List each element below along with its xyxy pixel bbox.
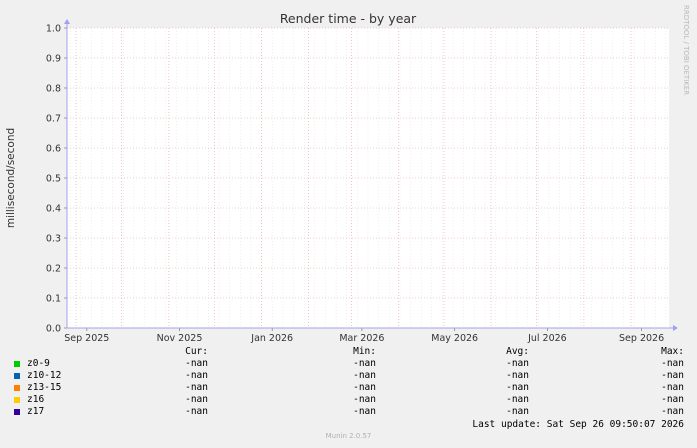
chart-title: Render time - by year: [280, 11, 417, 26]
legend-cur-value: -nan: [185, 358, 208, 369]
legend-row-z10-12: z10-12 -nan -nan -nan -nan: [0, 370, 697, 382]
legend-max-value: -nan: [661, 382, 684, 393]
legend-cur-value: -nan: [185, 394, 208, 405]
legend-max-value: -nan: [661, 394, 684, 405]
y-tick-label-6: 0.6: [46, 144, 61, 155]
legend-header: Cur: Min: Avg: Max:: [0, 346, 697, 358]
y-tick-label-5: 0.5: [46, 174, 61, 185]
legend-row-z13-15: z13-15 -nan -nan -nan -nan: [0, 382, 697, 394]
legend-min-value: -nan: [353, 394, 376, 405]
legend-series-name: z16: [27, 394, 45, 405]
legend-cur-value: -nan: [185, 406, 208, 417]
y-tick-label-9: 0.9: [46, 54, 61, 65]
legend-row-z16: z16 -nan -nan -nan -nan: [0, 394, 697, 406]
legend-swatch: [14, 361, 20, 367]
legend-cur-value: -nan: [185, 370, 208, 381]
legend-swatch: [14, 385, 20, 391]
x-tick-label-2: Jan 2026: [250, 333, 293, 344]
legend-max-value: -nan: [661, 358, 684, 369]
legend-series-name: z17: [27, 406, 45, 417]
x-axis-ticks: Sep 2025 Nov 2025 Jan 2026 Mar 2026 May 2026…: [64, 328, 664, 344]
rrdtool-watermark: RRDTOOL / TOBI OETIKER: [682, 5, 690, 95]
x-axis-arrow: [673, 325, 678, 331]
chart: Render time - by year millisecond/second…: [5, 5, 690, 344]
legend-swatch: [14, 409, 20, 415]
legend-swatch: [14, 397, 20, 403]
legend-min-value: -nan: [353, 358, 376, 369]
y-tick-label-4: 0.4: [46, 204, 61, 215]
legend-header-min: Min:: [353, 346, 376, 357]
legend-avg-value: -nan: [506, 358, 529, 369]
legend-header-avg: Avg:: [506, 346, 529, 357]
legend-series-name: z0-9: [27, 358, 50, 369]
y-tick-label-7: 0.7: [46, 114, 61, 125]
legend-min-value: -nan: [353, 406, 376, 417]
x-tick-label-5: Jul 2026: [527, 333, 567, 344]
x-tick-label-4: May 2026: [431, 333, 478, 344]
legend-row-z0-9: z0-9 -nan -nan -nan -nan: [0, 358, 697, 370]
legend-series-name: z10-12: [27, 370, 62, 381]
x-tick-label-1: Nov 2025: [157, 333, 203, 344]
y-tick-label-10: 1.0: [46, 24, 61, 35]
legend-cur-value: -nan: [185, 382, 208, 393]
y-tick-label-3: 0.3: [46, 234, 61, 245]
legend-avg-value: -nan: [506, 406, 529, 417]
y-axis-arrow: [64, 19, 70, 24]
legend-row-z17: z17 -nan -nan -nan -nan: [0, 406, 697, 418]
legend-avg-value: -nan: [506, 394, 529, 405]
legend-max-value: -nan: [661, 406, 684, 417]
y-tick-label-1: 0.1: [46, 294, 61, 305]
legend-avg-value: -nan: [506, 382, 529, 393]
y-tick-label-2: 0.2: [46, 264, 61, 275]
y-axis-label: millisecond/second: [5, 128, 17, 228]
last-update: Last update: Sat Sep 26 09:50:07 2026: [472, 419, 684, 430]
legend-series-name: z13-15: [27, 382, 62, 393]
x-tick-label-6: Sep 2026: [619, 333, 664, 344]
legend-swatch: [14, 373, 20, 379]
legend-header-cur: Cur:: [185, 346, 208, 357]
y-axis-ticks: 0.0 0.1 0.2 0.3 0.4 0.5 0.6 0.7 0.8 0.9 1.0: [46, 24, 67, 335]
legend-min-value: -nan: [353, 370, 376, 381]
y-tick-label-8: 0.8: [46, 84, 61, 95]
legend-avg-value: -nan: [506, 370, 529, 381]
y-tick-label-0: 0.0: [46, 324, 61, 335]
legend-header-max: Max:: [661, 346, 684, 357]
legend-max-value: -nan: [661, 370, 684, 381]
legend: Cur: Min: Avg: Max: z0-9 -nan -nan -nan -nan…: [0, 346, 697, 436]
x-tick-label-0: Sep 2025: [64, 333, 109, 344]
munin-footer: Munin 2.0.57: [325, 432, 372, 440]
legend-min-value: -nan: [353, 382, 376, 393]
x-tick-label-3: Mar 2026: [339, 333, 384, 344]
